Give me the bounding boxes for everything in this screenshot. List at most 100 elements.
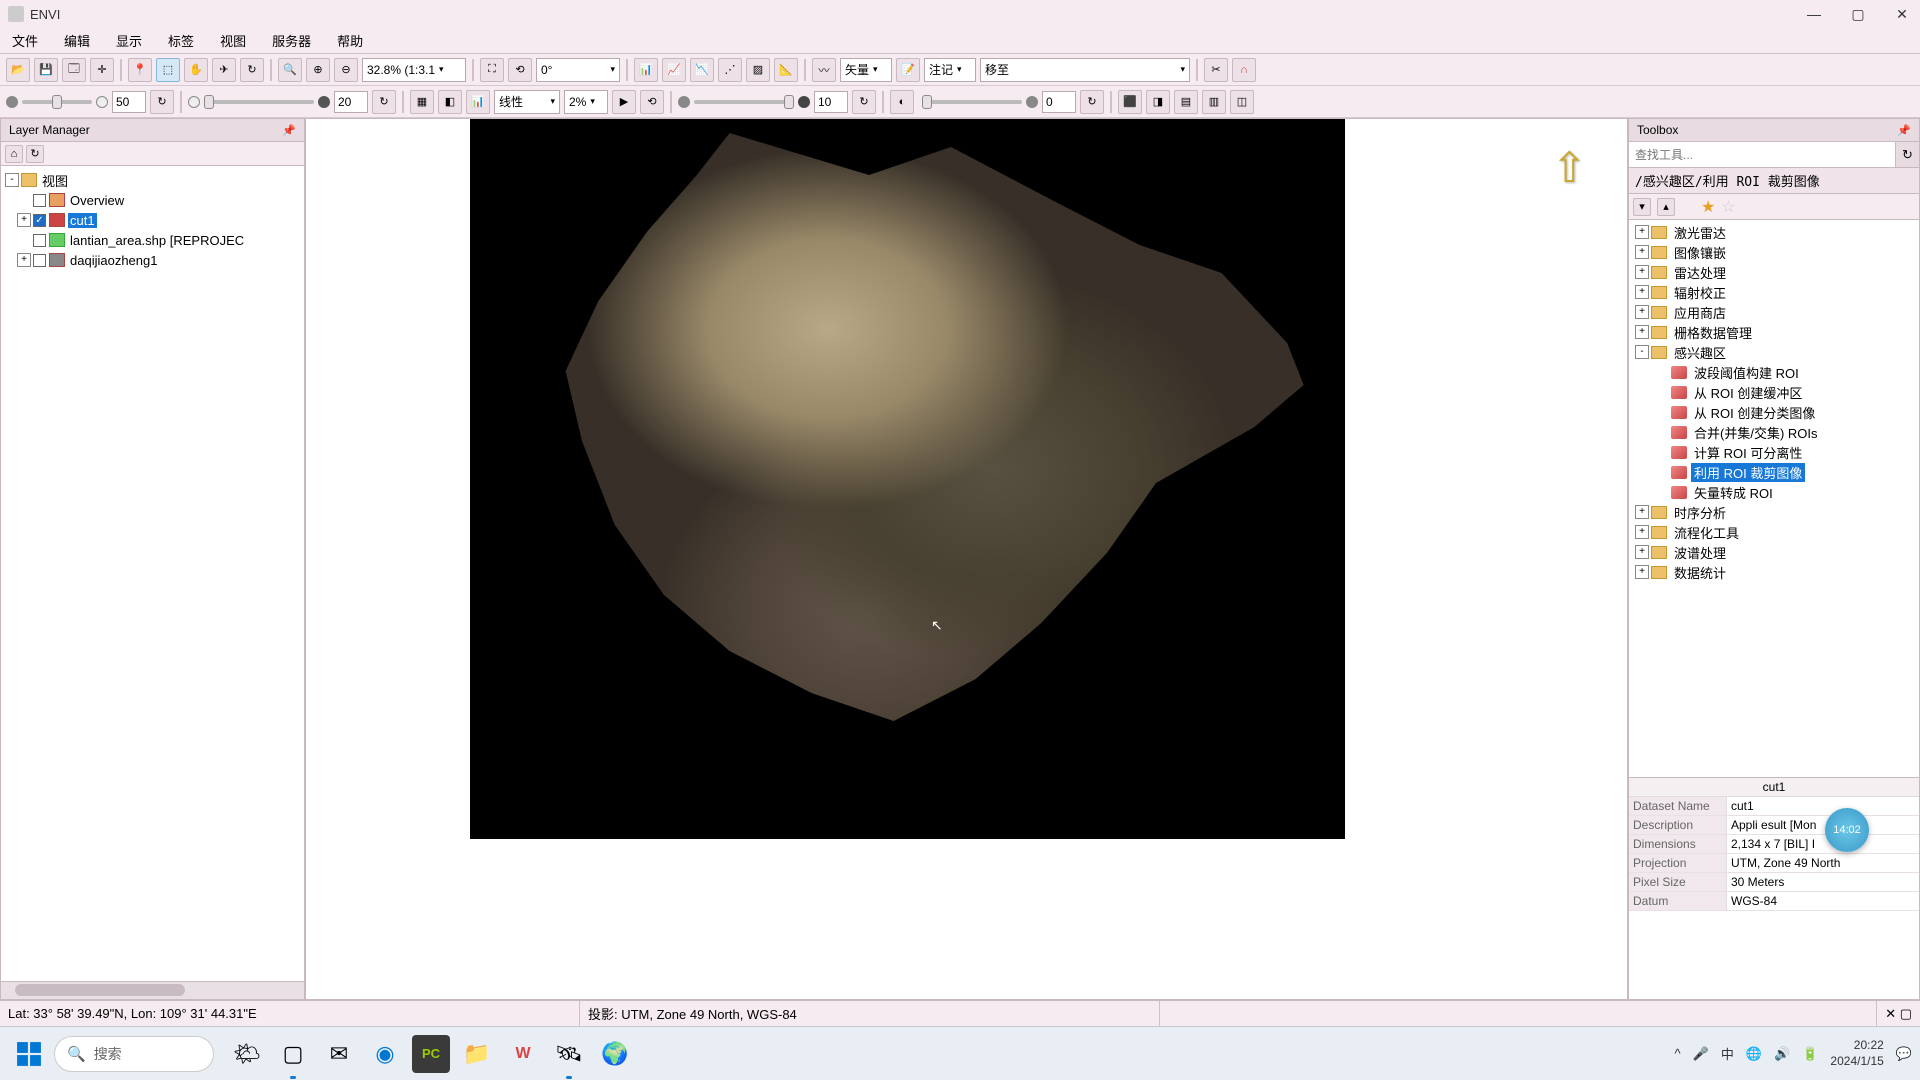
search-refresh-icon[interactable]: ↻: [1895, 142, 1919, 167]
expand-icon[interactable]: -: [1635, 345, 1649, 359]
tray-mic-icon[interactable]: 🎤: [1693, 1046, 1709, 1062]
zoom-in-icon[interactable]: ⊕: [306, 58, 330, 82]
taskbar-wps[interactable]: W: [504, 1035, 542, 1073]
tb-folder[interactable]: +激光雷达: [1631, 222, 1917, 242]
tb-folder[interactable]: +流程化工具: [1631, 522, 1917, 542]
menu-help[interactable]: 帮助: [333, 29, 367, 52]
layer-home-icon[interactable]: ⌂: [5, 145, 23, 163]
tb-folder[interactable]: +栅格数据管理: [1631, 322, 1917, 342]
star-fav-icon[interactable]: ★: [1701, 197, 1715, 217]
measure-icon[interactable]: 📐: [774, 58, 798, 82]
expand-icon[interactable]: +: [1635, 285, 1649, 299]
star-empty-icon[interactable]: ☆: [1721, 197, 1735, 217]
expand-icon[interactable]: +: [1635, 305, 1649, 319]
transparency-slider[interactable]: [918, 91, 1038, 113]
goto-combo[interactable]: 移至▾: [980, 58, 1190, 82]
layer-scrollbar[interactable]: [0, 982, 305, 1000]
taskbar-earth[interactable]: 🌍: [596, 1035, 634, 1073]
expand-icon[interactable]: +: [1635, 265, 1649, 279]
tb-folder-roi[interactable]: - 感兴趣区: [1631, 342, 1917, 362]
stretch-reset-icon[interactable]: ⟲: [640, 90, 664, 114]
tree-root[interactable]: - 视图: [5, 170, 300, 190]
tb-expand-icon[interactable]: ▾: [1633, 198, 1651, 216]
print-icon[interactable]: 🗔: [62, 58, 86, 82]
tb-folder[interactable]: +雷达处理: [1631, 262, 1917, 282]
stretch-pct[interactable]: 2%▾: [564, 90, 608, 114]
menu-server[interactable]: 服务器: [268, 29, 315, 52]
roi-icon[interactable]: ▨: [746, 58, 770, 82]
rotation-combo[interactable]: 0°▾: [536, 58, 620, 82]
tray-ime-icon[interactable]: 中: [1721, 1044, 1734, 1063]
tb-folder[interactable]: +数据统计: [1631, 562, 1917, 582]
pan-tool[interactable]: ✋: [184, 58, 208, 82]
checkbox[interactable]: [33, 234, 46, 247]
taskbar-pycharm[interactable]: PC: [412, 1035, 450, 1073]
layer-item-overview[interactable]: Overview: [33, 190, 300, 210]
checkbox[interactable]: [33, 194, 46, 207]
toolbox-search-input[interactable]: [1629, 142, 1895, 167]
cursor-value-icon[interactable]: 📊: [634, 58, 658, 82]
rotate-tool[interactable]: ↻: [240, 58, 264, 82]
layer-item-daqi[interactable]: + daqijiaozheng1: [33, 250, 300, 270]
layer-item-cut1[interactable]: + ✓ cut1: [33, 210, 300, 230]
extent-icon[interactable]: ⛶: [480, 58, 504, 82]
zoom-combo[interactable]: 32.8% (1:3.1▾: [362, 58, 466, 82]
zoom-tool[interactable]: 🔍: [278, 58, 302, 82]
stretch-full-icon[interactable]: ◧: [438, 90, 462, 114]
menu-display[interactable]: 显示: [112, 29, 146, 52]
tb-tool[interactable]: 波段阈值构建 ROI: [1671, 362, 1917, 382]
pin-panel-icon[interactable]: 📌: [282, 124, 296, 137]
tb-folder[interactable]: +辐射校正: [1631, 282, 1917, 302]
menu-edit[interactable]: 编辑: [60, 29, 94, 52]
stretch-roi-icon[interactable]: ▦: [410, 90, 434, 114]
histogram-icon[interactable]: 📊: [466, 90, 490, 114]
refresh2-icon[interactable]: ↻: [372, 90, 396, 114]
headset-icon[interactable]: ∩: [1232, 58, 1256, 82]
minimize-button[interactable]: —: [1804, 4, 1824, 24]
contrast-slider[interactable]: [188, 91, 330, 113]
taskbar-edge[interactable]: ◉: [366, 1035, 404, 1073]
menu-file[interactable]: 文件: [8, 29, 42, 52]
open-icon[interactable]: 📂: [6, 58, 30, 82]
crosshair-icon[interactable]: ✛: [90, 58, 114, 82]
portal-icon[interactable]: ▥: [1202, 90, 1226, 114]
expand-icon[interactable]: +: [1635, 525, 1649, 539]
scatter-icon[interactable]: ⋰: [718, 58, 742, 82]
rotate-reset-icon[interactable]: ⟲: [508, 58, 532, 82]
stretch-apply-icon[interactable]: ▶: [612, 90, 636, 114]
checkbox[interactable]: ✓: [33, 214, 46, 227]
transparency-input[interactable]: [1042, 91, 1076, 113]
expand-icon[interactable]: +: [1635, 245, 1649, 259]
tb-tool[interactable]: 从 ROI 创建缓冲区: [1671, 382, 1917, 402]
tray-volume-icon[interactable]: 🔊: [1774, 1046, 1790, 1062]
brightness-slider[interactable]: [6, 91, 108, 113]
expand-icon[interactable]: +: [1635, 505, 1649, 519]
tb-tool[interactable]: 从 ROI 创建分类图像: [1671, 402, 1917, 422]
start-button[interactable]: [8, 1033, 50, 1075]
taskbar-clock[interactable]: 20:22 2024/1/15: [1830, 1038, 1883, 1069]
blend-icon[interactable]: ◨: [1146, 90, 1170, 114]
spectral-icon[interactable]: 📈: [662, 58, 686, 82]
expand-icon[interactable]: +: [1635, 225, 1649, 239]
tb-tool[interactable]: 合并(并集/交集) ROIs: [1671, 422, 1917, 442]
transparency-icon[interactable]: ◐: [890, 90, 914, 114]
expand-icon[interactable]: +: [1635, 325, 1649, 339]
brightness-input[interactable]: [112, 91, 146, 113]
refresh3-icon[interactable]: ↻: [852, 90, 876, 114]
fly-tool[interactable]: ✈: [212, 58, 236, 82]
expand-icon[interactable]: +: [17, 213, 31, 227]
layer-refresh-icon[interactable]: ↻: [26, 145, 44, 163]
taskbar-widget[interactable]: 🌤: [228, 1035, 266, 1073]
vector-dropdown[interactable]: 矢量▾: [840, 58, 892, 82]
view-split-icon[interactable]: ◫: [1230, 90, 1254, 114]
tb-folder[interactable]: +时序分析: [1631, 502, 1917, 522]
stretch-type[interactable]: 线性▾: [494, 90, 560, 114]
flicker-icon[interactable]: ▤: [1174, 90, 1198, 114]
tb-tool[interactable]: 利用 ROI 裁剪图像: [1671, 462, 1917, 482]
tray-battery-icon[interactable]: 🔋: [1802, 1046, 1818, 1062]
refresh1-icon[interactable]: ↻: [150, 90, 174, 114]
crop-icon[interactable]: ✂: [1204, 58, 1228, 82]
taskbar-search[interactable]: 🔍 搜索: [54, 1036, 214, 1072]
tray-notification-icon[interactable]: 💬: [1896, 1046, 1912, 1062]
tb-tool[interactable]: 计算 ROI 可分离性: [1671, 442, 1917, 462]
